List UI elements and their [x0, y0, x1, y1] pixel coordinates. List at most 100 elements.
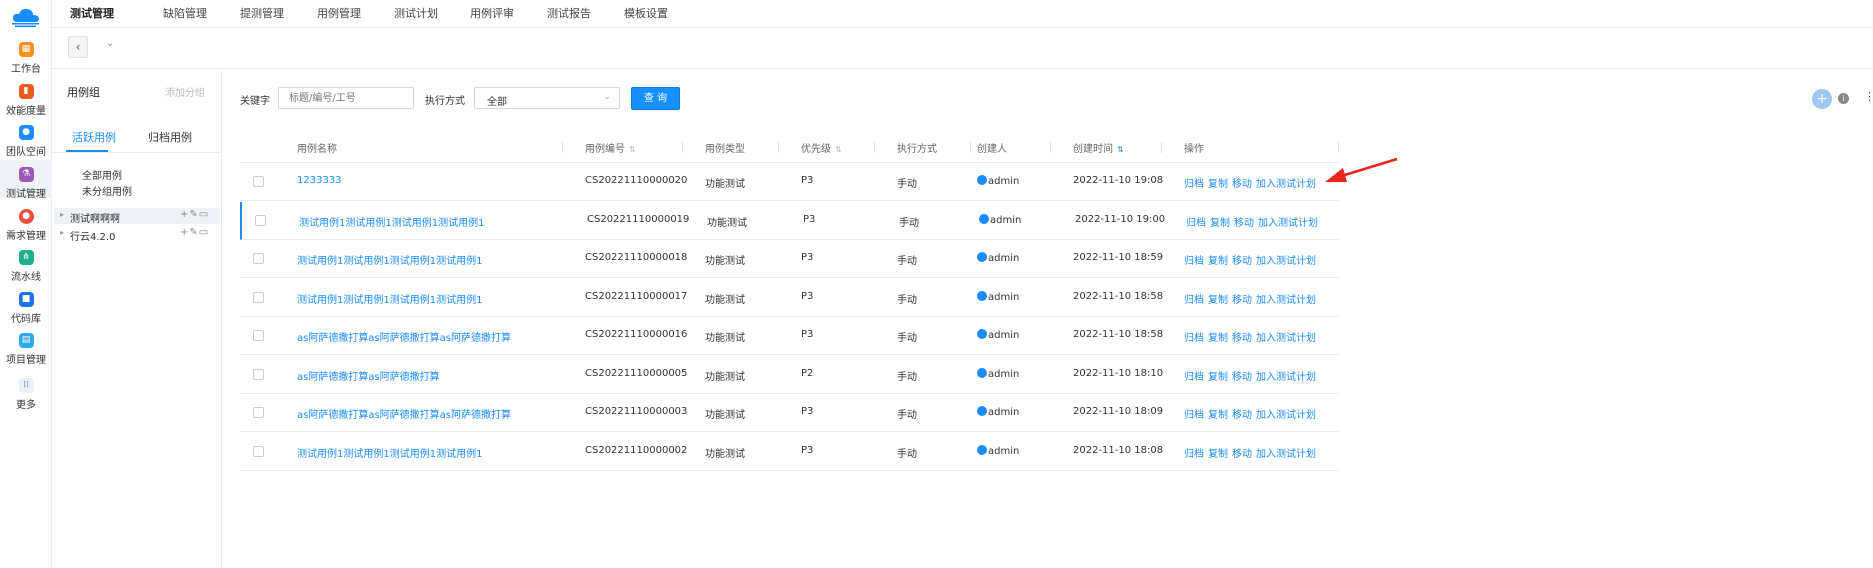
- copy-button[interactable]: 复制: [1210, 218, 1230, 229]
- move-button[interactable]: 移动: [1234, 218, 1254, 229]
- archive-button[interactable]: 归档: [1184, 179, 1204, 190]
- tree-item-all-cases[interactable]: 全部用例: [82, 167, 122, 182]
- table-row[interactable]: 测试用例1测试用例1测试用例1测试用例1 CS20221110000019 功能测试…: [240, 201, 1339, 240]
- table-row[interactable]: as阿萨德撒打算as阿萨德撒打算as阿萨德撒打算 CS20221110000016…: [240, 317, 1339, 355]
- rail-item-requirements[interactable]: ● 需求管理: [0, 209, 52, 242]
- column-header-code[interactable]: 用例编号 ⇅: [585, 140, 636, 155]
- folder-icon[interactable]: ▭: [199, 209, 209, 220]
- add-to-plan-button[interactable]: 加入测试计划: [1256, 179, 1316, 190]
- rail-item-repo[interactable]: ■ 代码库: [0, 292, 52, 325]
- tab-test-management[interactable]: 测试管理: [70, 5, 114, 21]
- folder-icon[interactable]: ▭: [199, 227, 209, 238]
- row-checkbox[interactable]: [253, 368, 264, 380]
- copy-button[interactable]: 复制: [1208, 333, 1228, 344]
- archive-button[interactable]: 归档: [1184, 372, 1204, 383]
- tab-templates[interactable]: 模板设置: [624, 5, 668, 21]
- archive-button[interactable]: 归档: [1184, 256, 1204, 267]
- tab-active-cases[interactable]: 活跃用例: [72, 129, 116, 145]
- add-to-plan-button[interactable]: 加入测试计划: [1256, 410, 1316, 421]
- tree-item-group[interactable]: ▸ 行云4.2.0 +✎▭: [54, 226, 220, 243]
- rail-item-workbench[interactable]: ▦ 工作台: [0, 42, 52, 75]
- row-checkbox[interactable]: [253, 330, 264, 341]
- row-checkbox[interactable]: [253, 407, 264, 418]
- add-to-plan-button[interactable]: 加入测试计划: [1256, 333, 1316, 344]
- copy-button[interactable]: 复制: [1208, 372, 1228, 383]
- copy-button[interactable]: 复制: [1208, 256, 1228, 267]
- cell-name[interactable]: 测试用例1测试用例1测试用例1测试用例1: [297, 445, 482, 460]
- archive-button[interactable]: 归档: [1184, 449, 1204, 460]
- group-actions[interactable]: +✎▭: [180, 227, 209, 238]
- cell-name[interactable]: 测试用例1测试用例1测试用例1测试用例1: [297, 252, 482, 267]
- info-icon[interactable]: i: [1838, 93, 1849, 104]
- group-actions[interactable]: +✎▭: [180, 209, 209, 220]
- column-header-created[interactable]: 创建时间 ⇅: [1073, 140, 1124, 155]
- cell-name[interactable]: 1233333: [297, 175, 342, 186]
- plus-icon[interactable]: +: [180, 209, 189, 220]
- cell-name[interactable]: as阿萨德撒打算as阿萨德撒打算: [297, 368, 440, 383]
- add-to-plan-button[interactable]: 加入测试计划: [1258, 218, 1318, 229]
- row-checkbox[interactable]: [255, 214, 266, 226]
- chevron-down-icon[interactable]: ⌄: [106, 38, 114, 49]
- cell-name[interactable]: 测试用例1测试用例1测试用例1测试用例1: [299, 214, 484, 229]
- settings-icon[interactable]: ⋮: [1864, 90, 1873, 103]
- keyword-input[interactable]: [278, 87, 414, 109]
- rail-item-pipeline[interactable]: ⋔ 流水线: [0, 250, 52, 283]
- archive-button[interactable]: 归档: [1186, 218, 1206, 229]
- caret-right-icon[interactable]: ▸: [60, 210, 64, 219]
- copy-button[interactable]: 复制: [1208, 295, 1228, 306]
- back-chevron-icon[interactable]: ‹: [68, 36, 88, 58]
- tab-defects[interactable]: 缺陷管理: [163, 5, 207, 21]
- rail-item-team[interactable]: ● 团队空间: [0, 125, 52, 158]
- add-to-plan-button[interactable]: 加入测试计划: [1256, 256, 1316, 267]
- cell-name[interactable]: as阿萨德撒打算as阿萨德撒打算as阿萨德撒打算: [297, 406, 511, 421]
- copy-button[interactable]: 复制: [1208, 449, 1228, 460]
- archive-button[interactable]: 归档: [1184, 410, 1204, 421]
- column-header-priority[interactable]: 优先级 ⇅: [801, 140, 842, 155]
- move-button[interactable]: 移动: [1232, 179, 1252, 190]
- cell-name[interactable]: as阿萨德撒打算as阿萨德撒打算as阿萨德撒打算: [297, 329, 511, 344]
- move-button[interactable]: 移动: [1232, 333, 1252, 344]
- archive-button[interactable]: 归档: [1184, 333, 1204, 344]
- sort-icon[interactable]: ⇅: [835, 145, 842, 154]
- tab-reports[interactable]: 测试报告: [547, 5, 591, 21]
- cloud-logo-icon[interactable]: [9, 6, 43, 28]
- row-checkbox[interactable]: [253, 291, 264, 303]
- table-row[interactable]: 1233333 CS20221110000020 功能测试 P3 手动 2022-11-1…: [240, 163, 1339, 201]
- exec-mode-select[interactable]: 全部 ⌄: [474, 87, 620, 109]
- add-group-button[interactable]: 添加分组: [165, 84, 205, 99]
- add-to-plan-button[interactable]: 加入测试计划: [1256, 449, 1316, 460]
- archive-button[interactable]: 归档: [1184, 295, 1204, 306]
- table-row[interactable]: 测试用例1测试用例1测试用例1测试用例1 CS20221110000017 功能测试…: [240, 279, 1339, 317]
- sort-icon[interactable]: ⇅: [629, 145, 636, 154]
- cell-name[interactable]: 测试用例1测试用例1测试用例1测试用例1: [297, 291, 482, 306]
- add-to-plan-button[interactable]: 加入测试计划: [1256, 295, 1316, 306]
- tab-plans[interactable]: 测试计划: [394, 5, 438, 21]
- table-row[interactable]: as阿萨德撒打算as阿萨德撒打算 CS20221110000005 功能测试 P2 手动…: [240, 356, 1339, 394]
- tab-archived-cases[interactable]: 归档用例: [148, 129, 192, 145]
- row-checkbox[interactable]: [253, 176, 264, 187]
- plus-icon[interactable]: +: [180, 227, 189, 238]
- rail-item-test[interactable]: ⚗ 测试管理: [0, 160, 52, 200]
- tree-item-ungrouped[interactable]: 未分组用例: [82, 183, 132, 198]
- edit-icon[interactable]: ✎: [189, 209, 198, 220]
- add-case-icon[interactable]: +: [1812, 89, 1832, 109]
- tab-cases[interactable]: 用例管理: [317, 5, 361, 21]
- move-button[interactable]: 移动: [1232, 372, 1252, 383]
- copy-button[interactable]: 复制: [1208, 179, 1228, 190]
- table-row[interactable]: 测试用例1测试用例1测试用例1测试用例1 CS20221110000018 功能测试…: [240, 240, 1339, 278]
- edit-icon[interactable]: ✎: [189, 227, 198, 238]
- table-row[interactable]: as阿萨德撒打算as阿萨德撒打算as阿萨德撒打算 CS20221110000003…: [240, 394, 1339, 432]
- move-button[interactable]: 移动: [1232, 449, 1252, 460]
- add-to-plan-button[interactable]: 加入测试计划: [1256, 372, 1316, 383]
- rail-item-project[interactable]: ▤ 项目管理: [0, 333, 52, 366]
- row-checkbox[interactable]: [253, 445, 264, 457]
- move-button[interactable]: 移动: [1232, 410, 1252, 421]
- move-button[interactable]: 移动: [1232, 256, 1252, 267]
- tab-submissions[interactable]: 提测管理: [240, 5, 284, 21]
- rail-item-metrics[interactable]: ▮ 效能度量: [0, 84, 52, 117]
- row-checkbox[interactable]: [253, 253, 264, 264]
- move-button[interactable]: 移动: [1232, 295, 1252, 306]
- tab-reviews[interactable]: 用例评审: [470, 5, 514, 21]
- sort-desc-icon[interactable]: ⇅: [1117, 145, 1124, 154]
- tree-item-group[interactable]: ▸ 测试啊啊啊 +✎▭: [54, 208, 220, 225]
